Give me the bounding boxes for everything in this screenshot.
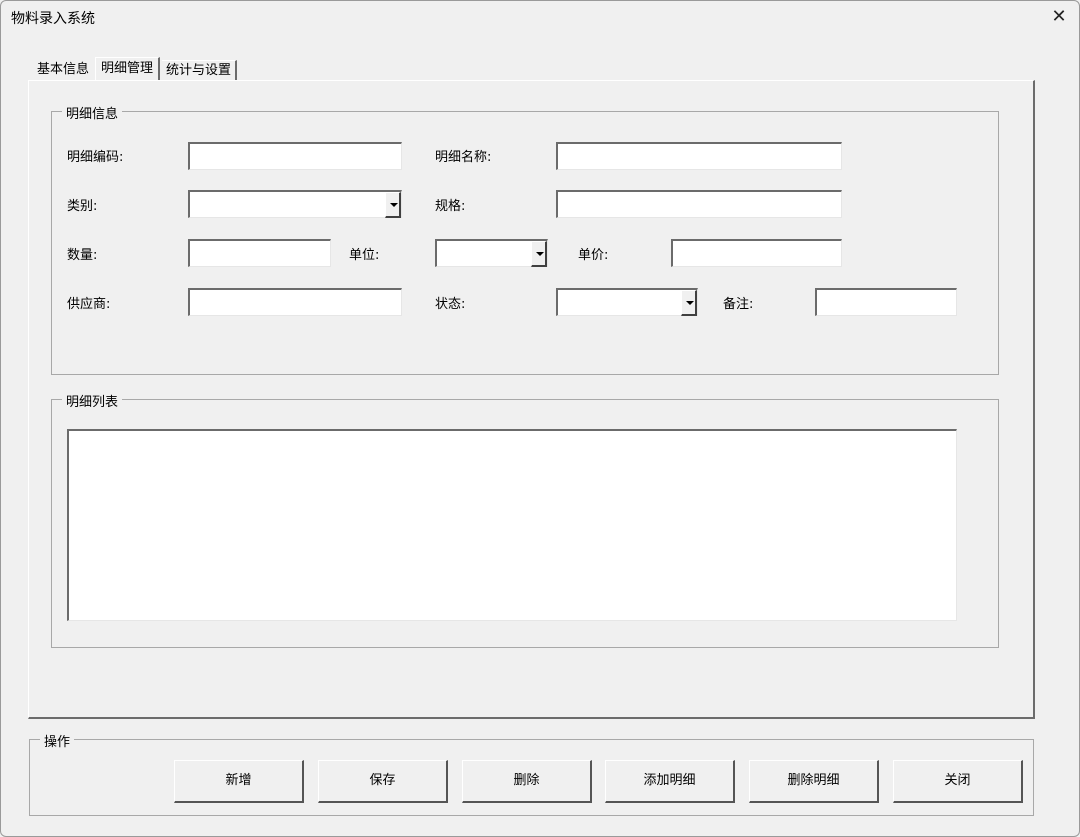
category-label: 类别:	[67, 199, 98, 214]
operations-group-title: 操作	[40, 731, 75, 750]
quantity-label: 数量:	[67, 248, 98, 263]
unit-price-input[interactable]	[671, 239, 842, 267]
save-button[interactable]: 保存	[318, 760, 448, 803]
code-label: 明细编码:	[67, 150, 124, 165]
detail-list-group-title: 明细列表	[62, 391, 123, 410]
detail-listbox[interactable]	[67, 429, 957, 621]
unit-label: 单位:	[349, 248, 380, 263]
delete-detail-button[interactable]: 删除明细	[749, 760, 879, 803]
app-window: 物料录入系统 ✕ 基本信息 明细管理 统计与设置 明细信息 明细编码: 明细名称…	[0, 0, 1080, 837]
new-button[interactable]: 新增	[174, 760, 304, 803]
quantity-input[interactable]	[188, 239, 331, 267]
window-title: 物料录入系统	[11, 11, 95, 27]
name-input[interactable]	[556, 142, 842, 170]
close-icon[interactable]: ✕	[1045, 4, 1073, 30]
tab-detail-management[interactable]: 明细管理	[95, 57, 161, 81]
status-dropdown-button[interactable]	[681, 290, 697, 316]
supplier-input[interactable]	[188, 288, 402, 316]
chevron-down-icon	[536, 252, 544, 256]
unit-dropdown-button[interactable]	[531, 241, 547, 267]
category-select[interactable]	[188, 190, 402, 218]
status-label: 状态:	[435, 297, 466, 312]
add-detail-button[interactable]: 添加明细	[605, 760, 735, 803]
chevron-down-icon	[686, 301, 694, 305]
detail-info-group-title: 明细信息	[62, 103, 123, 122]
tab-stats-settings[interactable]: 统计与设置	[162, 60, 238, 81]
status-select[interactable]	[556, 288, 698, 316]
category-dropdown-button[interactable]	[385, 192, 401, 218]
chevron-down-icon	[390, 203, 398, 207]
code-input[interactable]	[188, 142, 402, 170]
remark-label: 备注:	[723, 297, 754, 312]
close-button[interactable]: 关闭	[893, 760, 1023, 803]
unit-select[interactable]	[435, 239, 548, 267]
unit-price-label: 单价:	[578, 248, 609, 263]
spec-input[interactable]	[556, 190, 842, 218]
remark-input[interactable]	[815, 288, 957, 316]
supplier-label: 供应商:	[67, 297, 111, 312]
spec-label: 规格:	[435, 199, 466, 214]
delete-button[interactable]: 删除	[462, 760, 592, 803]
tab-basic-info[interactable]: 基本信息	[33, 60, 93, 80]
name-label: 明细名称:	[435, 150, 492, 165]
